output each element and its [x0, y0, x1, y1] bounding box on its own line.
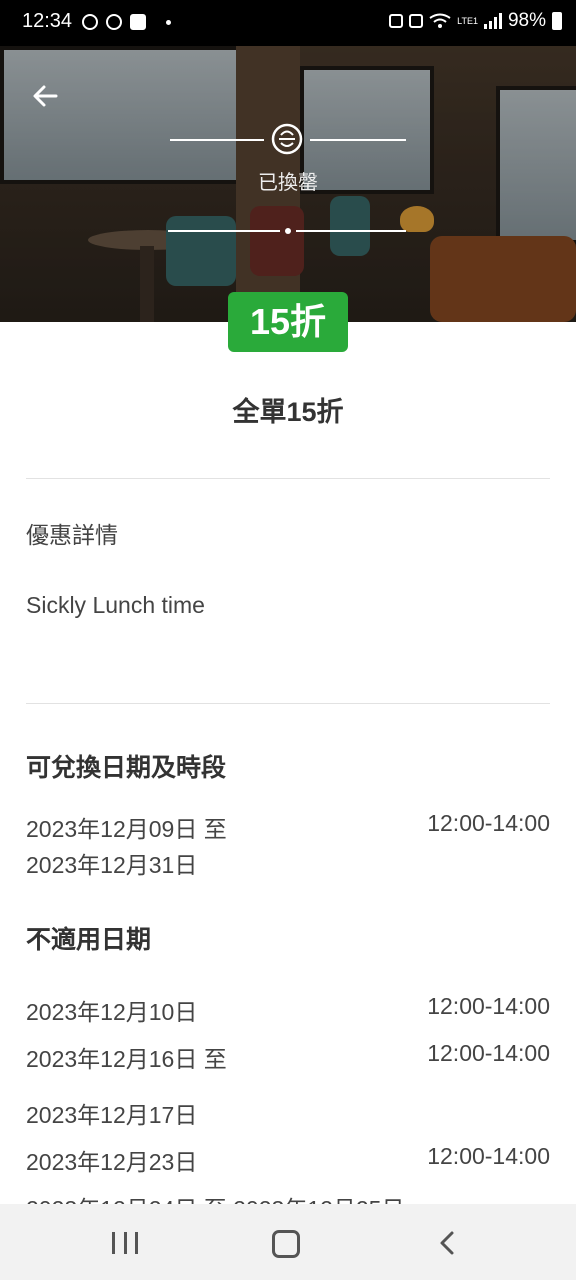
more-notifications-icon	[166, 19, 171, 25]
excluded-time: 12:00-14:00	[427, 993, 550, 1019]
mute-icon	[409, 14, 424, 28]
checkbox-notification-icon	[130, 14, 146, 30]
stamp-line	[296, 230, 406, 232]
redeem-end-date: 2023年12月31日	[26, 852, 198, 878]
excluded-date: 2023年12月16日 至	[26, 1046, 227, 1072]
battery-saver-icon	[389, 14, 404, 28]
redeem-start-date: 2023年12月09日 至	[26, 816, 227, 842]
signal-icon	[483, 13, 502, 29]
battery-icon	[552, 12, 562, 30]
stamp-dot	[285, 228, 291, 234]
hero-image: 已換罄	[0, 46, 576, 322]
notification-icons	[82, 14, 171, 30]
divider	[26, 478, 550, 479]
excluded-time: 12:00-14:00	[427, 1143, 550, 1169]
stamp-line	[168, 230, 280, 232]
nav-back-icon[interactable]	[436, 1230, 460, 1256]
notification-icon	[82, 14, 98, 30]
discount-badge: 15折	[228, 292, 348, 352]
status-bar: 12:34 LTE1 98%	[0, 0, 576, 46]
excluded-heading: 不適用日期	[26, 926, 152, 954]
notification-icon	[106, 14, 122, 30]
excluded-date: 2023年12月17日	[26, 1102, 198, 1128]
excluded-time: 12:00-14:00	[427, 1040, 550, 1066]
home-icon[interactable]	[272, 1230, 300, 1258]
details-text: Sickly Lunch time	[26, 592, 205, 618]
redeem-heading: 可兌換日期及時段	[26, 754, 227, 782]
excluded-date: 2023年12月10日	[26, 999, 198, 1025]
offer-title: 全單15折	[232, 397, 344, 427]
system-nav-bar	[0, 1204, 576, 1280]
back-arrow-icon[interactable]	[26, 76, 66, 116]
status-time: 12:34	[22, 10, 73, 32]
stamp-line	[310, 139, 406, 141]
sold-out-label: 已換罄	[258, 172, 318, 194]
wifi-icon	[429, 13, 451, 28]
divider	[26, 703, 550, 704]
battery-percent: 98%	[507, 10, 546, 31]
recent-apps-icon[interactable]	[112, 1232, 138, 1254]
details-label: 優惠詳情	[26, 522, 118, 548]
network-label: LTE1	[457, 15, 478, 26]
sold-out-stamp-icon	[271, 123, 303, 155]
excluded-date: 2023年12月23日	[26, 1149, 198, 1175]
system-icons: LTE1 98%	[389, 10, 562, 32]
stamp-line	[170, 139, 264, 141]
redeem-time: 12:00-14:00	[427, 810, 550, 836]
